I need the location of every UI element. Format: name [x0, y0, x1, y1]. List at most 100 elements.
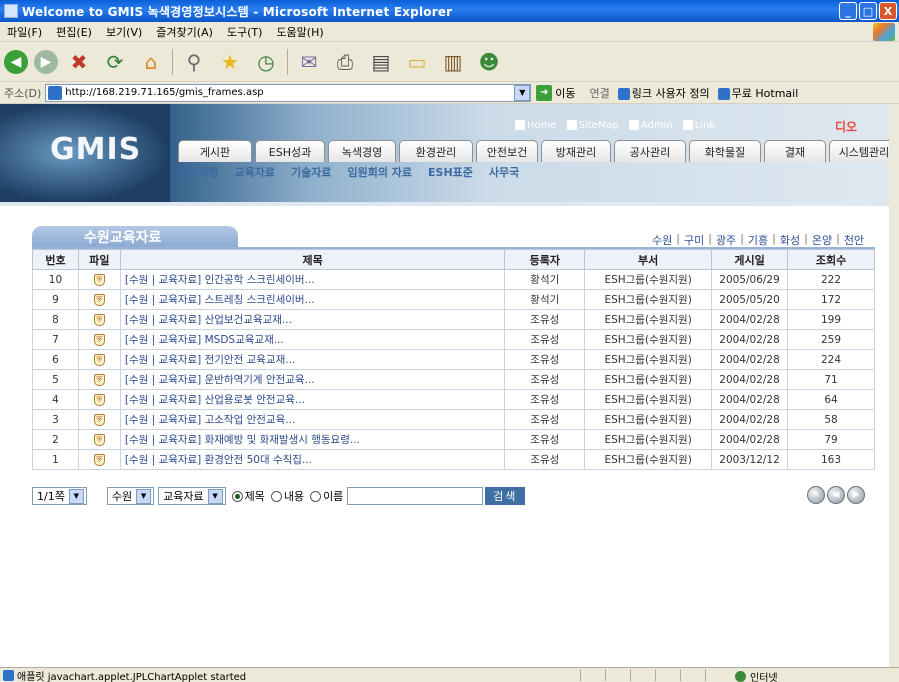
- page-select[interactable]: 1/1쪽 ▼: [32, 487, 87, 505]
- region-cheonan[interactable]: 천안: [844, 232, 864, 248]
- go-button[interactable]: ➜ 이동: [536, 84, 576, 101]
- region-suwon[interactable]: 수원: [652, 232, 672, 248]
- prev-page-icon[interactable]: ◀: [827, 486, 845, 504]
- favorites-icon[interactable]: ★: [215, 47, 245, 77]
- radio-name[interactable]: [310, 490, 322, 502]
- refresh-icon[interactable]: ⟳: [100, 47, 130, 77]
- table-row[interactable]: 4 ⛨ [수원 | 교육자료] 산업용로봇 안전교육... 조유성 ESH그룹(수원지원…: [32, 389, 875, 410]
- row-title-link[interactable]: [수원 | 교육자료] 운반하역기계 안전교육...: [119, 369, 506, 390]
- file-icon[interactable]: ⛨: [93, 354, 105, 366]
- subnav-secretariat[interactable]: 사무국: [489, 164, 519, 180]
- window-titlebar[interactable]: Welcome to GMIS 녹색경영정보시스템 - Microsoft In…: [0, 0, 899, 22]
- table-row[interactable]: 7 ⛨ [수원 | 교육자료] MSDS교육교재... 조유성 ESH그룹(수원지원) 2…: [32, 329, 875, 350]
- file-icon[interactable]: ⛨: [93, 434, 105, 446]
- row-title-link[interactable]: [수원 | 교육자료] 산업보건교육교재...: [119, 309, 506, 330]
- row-title-link[interactable]: [수원 | 교육자료] 환경안전 50대 수칙집...: [119, 449, 506, 470]
- tab-system-admin[interactable]: 시스템관리: [829, 140, 889, 162]
- row-title-link[interactable]: [수원 | 교육자료] 전기안전 교육교재...: [119, 349, 506, 370]
- region-giheung[interactable]: 기흥: [748, 232, 768, 248]
- region-gwangju[interactable]: 광주: [716, 232, 736, 248]
- subnav-esh-standard[interactable]: ESH표준: [428, 164, 473, 180]
- next-page-icon[interactable]: ▶: [847, 486, 865, 504]
- address-input[interactable]: http://168.219.71.165/gmis_frames.asp: [45, 83, 532, 102]
- tab-chemicals[interactable]: 화학물질: [689, 140, 761, 162]
- tab-board[interactable]: 게시판: [178, 140, 252, 162]
- menu-view[interactable]: 보기(V): [99, 24, 149, 40]
- search-icon[interactable]: ⚲: [179, 47, 209, 77]
- folder-icon[interactable]: ▭: [402, 47, 432, 77]
- history-icon[interactable]: ◷: [251, 47, 281, 77]
- file-icon[interactable]: ⛨: [93, 454, 105, 466]
- file-icon[interactable]: ⛨: [93, 294, 105, 306]
- table-row[interactable]: 2 ⛨ [수원 | 교육자료] 화재예방 및 화재발생시 행동요령... 조유성 ESH…: [32, 429, 875, 450]
- tab-safety-health[interactable]: 안전보건: [476, 140, 538, 162]
- tab-environment[interactable]: 환경관리: [399, 140, 473, 162]
- row-title-link[interactable]: [수원 | 교육자료] 인간공학 스크린세이버...: [119, 269, 506, 290]
- tab-esh-performance[interactable]: ESH성과: [255, 140, 325, 162]
- table-row[interactable]: 1 ⛨ [수원 | 교육자료] 환경안전 50대 수칙집... 조유성 ESH그룹(수원…: [32, 449, 875, 470]
- table-row[interactable]: 6 ⛨ [수원 | 교육자료] 전기안전 교육교재... 조유성 ESH그룹(수원지원)…: [32, 349, 875, 370]
- research-icon[interactable]: ▥: [438, 47, 468, 77]
- search-input[interactable]: [347, 487, 484, 505]
- top-link-home[interactable]: Home: [515, 120, 557, 131]
- tab-green-management[interactable]: 녹색경영: [328, 140, 396, 162]
- file-icon[interactable]: ⛨: [93, 274, 105, 286]
- file-icon[interactable]: ⛨: [93, 314, 105, 326]
- subnav-executive-meeting[interactable]: 임원회의 자료: [347, 164, 412, 180]
- region-select[interactable]: 수원 ▼: [106, 487, 155, 505]
- file-icon[interactable]: ⛨: [93, 334, 105, 346]
- file-icon[interactable]: ⛨: [93, 414, 105, 426]
- tab-approval[interactable]: 결재: [764, 140, 826, 162]
- row-title-link[interactable]: [수원 | 교육자료] 고소작업 안전교육...: [119, 409, 506, 430]
- back-icon[interactable]: ◀: [4, 49, 28, 74]
- row-title-link[interactable]: [수원 | 교육자료] 산업용로봇 안전교육...: [119, 389, 506, 410]
- category-select[interactable]: 교육자료 ▼: [158, 487, 226, 505]
- search-button[interactable]: 검색: [485, 487, 526, 505]
- table-row[interactable]: 8 ⛨ [수원 | 교육자료] 산업보건교육교재... 조유성 ESH그룹(수원지원) 2…: [32, 309, 875, 330]
- table-row[interactable]: 5 ⛨ [수원 | 교육자료] 운반하역기계 안전교육... 조유성 ESH그룹(수원지…: [32, 369, 875, 390]
- minimize-button[interactable]: _: [839, 2, 857, 20]
- gmis-logo[interactable]: GMIS: [50, 132, 141, 167]
- table-row[interactable]: 3 ⛨ [수원 | 교육자료] 고소작업 안전교육... 조유성 ESH그룹(수원지원)…: [32, 409, 875, 430]
- file-icon[interactable]: ⛨: [93, 374, 105, 386]
- subnav-notice[interactable]: 공지사항: [178, 164, 218, 180]
- link-customize[interactable]: 링크 사용자 정의: [617, 85, 710, 101]
- write-icon[interactable]: ✎: [807, 486, 825, 504]
- edit-icon[interactable]: ▤: [366, 47, 396, 77]
- menu-favorites[interactable]: 즐겨찾기(A): [149, 24, 220, 40]
- menu-file[interactable]: 파일(F): [0, 24, 49, 40]
- address-dropdown-icon[interactable]: ▼: [514, 84, 531, 101]
- top-link-admin[interactable]: Admin: [628, 120, 673, 131]
- region-hwaseong[interactable]: 화성: [780, 232, 800, 248]
- forward-icon[interactable]: ▶: [34, 49, 58, 74]
- home-icon[interactable]: ⌂: [136, 47, 166, 77]
- menu-tools[interactable]: 도구(T): [220, 24, 270, 40]
- page-viewport[interactable]: GMIS Home SiteMap Admin Link 디오 게시판 ESH성…: [0, 104, 889, 667]
- scrollbar[interactable]: [889, 104, 899, 667]
- region-onyang[interactable]: 온양: [812, 232, 832, 248]
- region-gumi[interactable]: 구미: [684, 232, 704, 248]
- subnav-education[interactable]: 교육자료: [234, 164, 274, 180]
- maximize-button[interactable]: □: [859, 2, 877, 20]
- radio-content[interactable]: [270, 490, 282, 502]
- menu-help[interactable]: 도움말(H): [269, 24, 330, 40]
- link-hotmail[interactable]: 무료 Hotmail: [717, 85, 798, 101]
- stop-icon[interactable]: ✖: [64, 47, 94, 77]
- file-icon[interactable]: ⛨: [93, 394, 105, 406]
- radio-title[interactable]: [231, 490, 243, 502]
- row-title-link[interactable]: [수원 | 교육자료] MSDS교육교재...: [119, 329, 506, 350]
- messenger-icon[interactable]: ☻: [474, 47, 504, 77]
- tab-disaster-prevention[interactable]: 방재관리: [541, 140, 611, 162]
- top-link-sitemap[interactable]: SiteMap: [566, 120, 619, 131]
- close-button[interactable]: X: [879, 2, 897, 20]
- print-icon[interactable]: ⎙: [330, 47, 360, 77]
- top-link-link[interactable]: Link: [682, 120, 715, 131]
- row-title-link[interactable]: [수원 | 교육자료] 스트레칭 스크린세이버...: [119, 289, 506, 310]
- table-row[interactable]: 10 ⛨ [수원 | 교육자료] 인간공학 스크린세이버... 황석기 ESH그룹(수원…: [32, 269, 875, 290]
- table-row[interactable]: 9 ⛨ [수원 | 교육자료] 스트레칭 스크린세이버... 황석기 ESH그룹(수원지…: [32, 289, 875, 310]
- row-title-link[interactable]: [수원 | 교육자료] 화재예방 및 화재발생시 행동요령...: [119, 429, 506, 450]
- menu-edit[interactable]: 편집(E): [49, 24, 99, 40]
- mail-icon[interactable]: ✉: [294, 47, 324, 77]
- tab-construction[interactable]: 공사관리: [614, 140, 686, 162]
- subnav-technical[interactable]: 기술자료: [291, 164, 331, 180]
